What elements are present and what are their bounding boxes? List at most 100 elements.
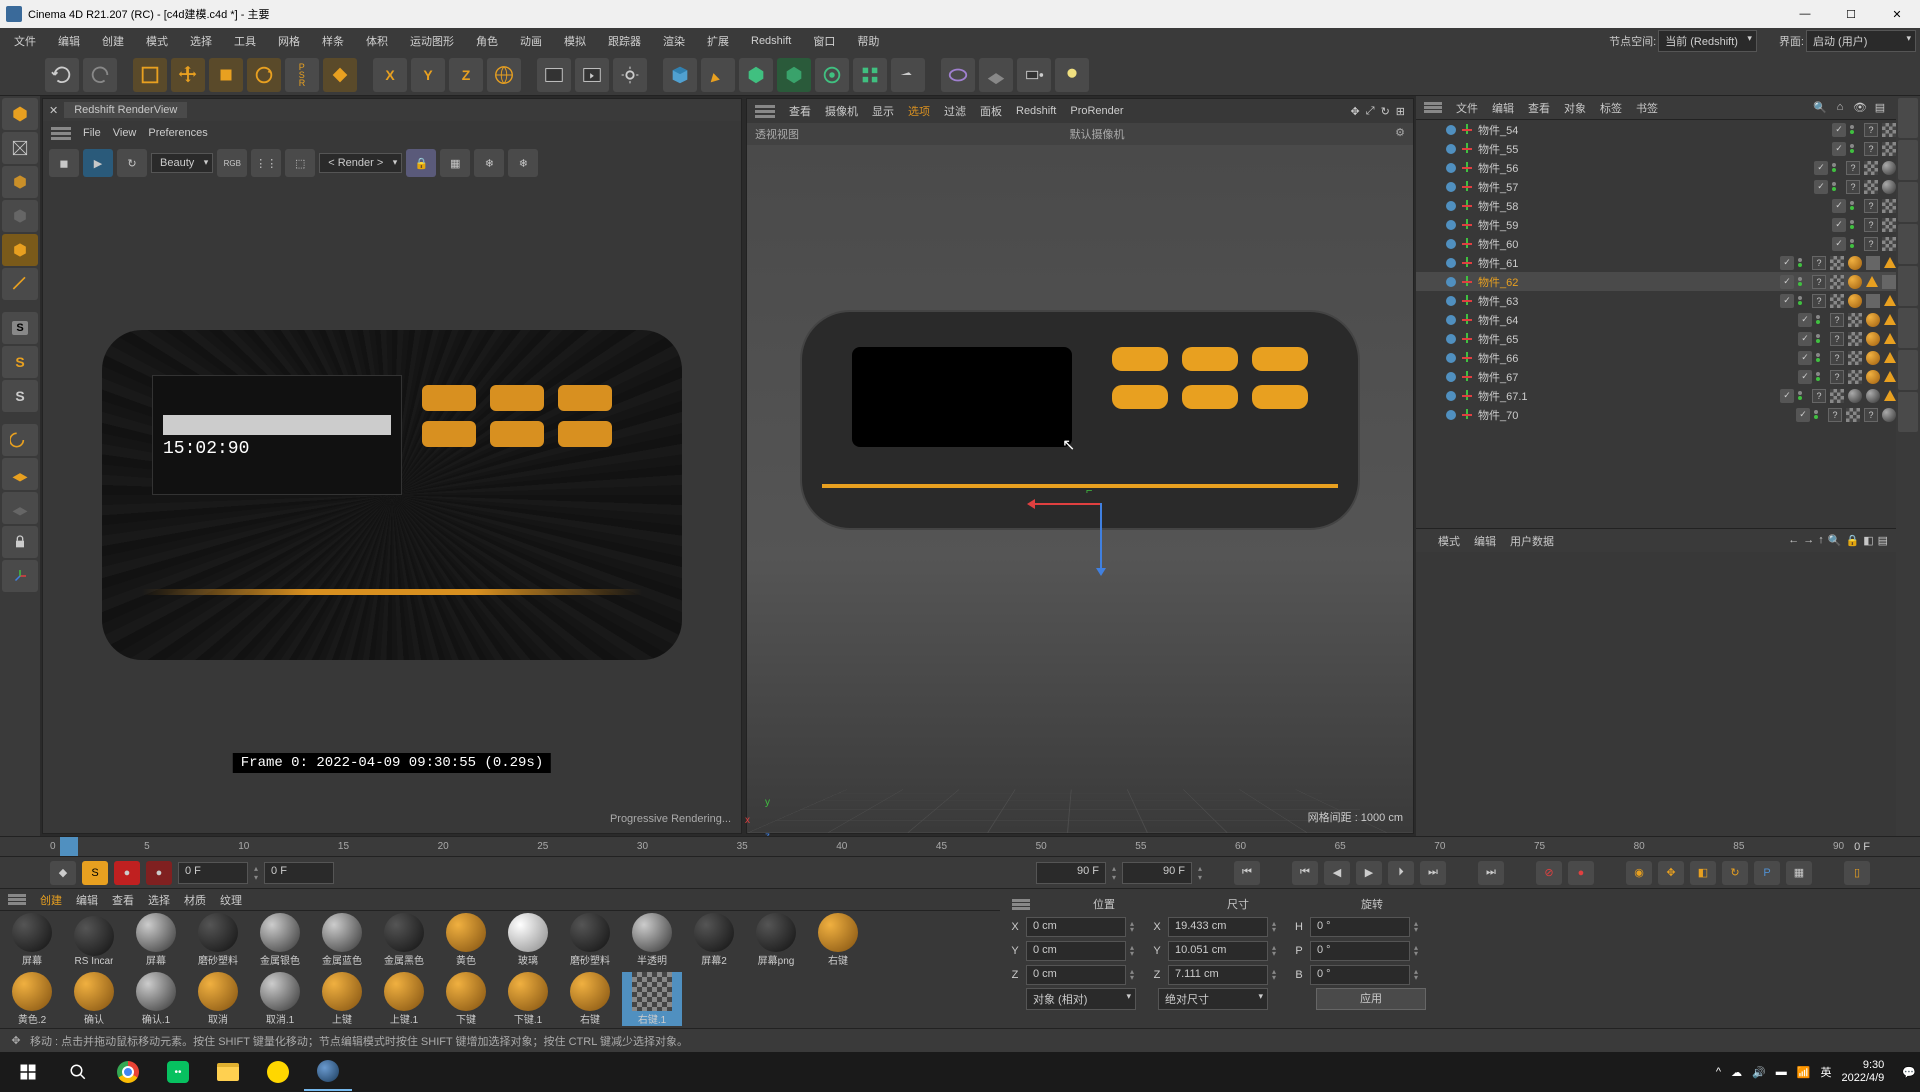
tray-notifications-icon[interactable]: 💬 bbox=[1902, 1066, 1916, 1079]
object-row[interactable]: 物件_65✓? bbox=[1416, 329, 1896, 348]
rv-stop[interactable]: ◼ bbox=[49, 149, 79, 177]
pb-max-frame2[interactable]: 90 F bbox=[1122, 862, 1192, 884]
pb-opt7[interactable]: ▯ bbox=[1844, 861, 1870, 885]
vp-zoom-icon[interactable]: ⤢ bbox=[1366, 105, 1375, 118]
rv-grid2-icon[interactable]: ▦ bbox=[440, 149, 470, 177]
grid1[interactable] bbox=[2, 458, 38, 490]
am-back-icon[interactable]: ← bbox=[1788, 534, 1799, 547]
pb-record[interactable]: ● bbox=[114, 861, 140, 885]
cm-size-dropdown[interactable]: 绝对尺寸 bbox=[1158, 988, 1268, 1010]
system-clock[interactable]: 9:30 2022/4/9 bbox=[1841, 1059, 1892, 1085]
material-item[interactable]: 上键.1 bbox=[374, 972, 434, 1026]
pb-record-pos[interactable]: ⊘ bbox=[1536, 861, 1562, 885]
material-item[interactable]: 取消 bbox=[188, 972, 248, 1026]
camera-button[interactable] bbox=[941, 58, 975, 92]
material-item[interactable]: 金属蓝色 bbox=[312, 913, 372, 967]
model-mode[interactable] bbox=[2, 132, 38, 164]
rv-play[interactable]: ▶ bbox=[83, 149, 113, 177]
psr-toggle[interactable]: PSR bbox=[285, 58, 319, 92]
render-picture-button[interactable] bbox=[575, 58, 609, 92]
model-object[interactable]: ↖ bbox=[800, 310, 1360, 530]
move-tool[interactable] bbox=[171, 58, 205, 92]
object-row[interactable]: 物件_59✓? bbox=[1416, 215, 1896, 234]
material-item[interactable]: 玻璃 bbox=[498, 913, 558, 967]
material-item[interactable]: 取消.1 bbox=[250, 972, 310, 1026]
menu-redshift[interactable]: Redshift bbox=[741, 32, 801, 50]
cube-primitive[interactable] bbox=[663, 58, 697, 92]
menu-tracker[interactable]: 跟踪器 bbox=[598, 30, 651, 52]
pb-opt4[interactable]: ↻ bbox=[1722, 861, 1748, 885]
menu-window[interactable]: 窗口 bbox=[803, 30, 845, 52]
mograph-button[interactable] bbox=[853, 58, 887, 92]
texture-mode[interactable] bbox=[2, 166, 38, 198]
x-axis-toggle[interactable]: X bbox=[373, 58, 407, 92]
snap-s2[interactable]: S bbox=[2, 346, 38, 378]
object-row[interactable]: 物件_67✓? bbox=[1416, 367, 1896, 386]
rotate-tool[interactable] bbox=[247, 58, 281, 92]
point-mode[interactable] bbox=[2, 234, 38, 266]
pb-keyframe-icon[interactable]: ● bbox=[146, 861, 172, 885]
rtool-4[interactable] bbox=[1898, 224, 1918, 264]
vp-menu-prorender[interactable]: ProRender bbox=[1070, 105, 1123, 117]
rtool-5[interactable] bbox=[1898, 266, 1918, 306]
interface-dropdown[interactable]: 启动 (用户) bbox=[1806, 30, 1916, 52]
vp-menu-view[interactable]: 查看 bbox=[789, 103, 811, 119]
pb-goto-start[interactable]: ⏮ bbox=[1234, 861, 1260, 885]
vp-camera-settings-icon[interactable]: ⚙ bbox=[1395, 126, 1405, 142]
rtool-6[interactable] bbox=[1898, 308, 1918, 348]
make-editable[interactable] bbox=[2, 98, 38, 130]
menu-render[interactable]: 渲染 bbox=[653, 30, 695, 52]
vp-camera-name[interactable]: 默认摄像机 bbox=[1070, 126, 1125, 142]
snap-axis[interactable] bbox=[2, 560, 38, 592]
am-fwd-icon[interactable]: → bbox=[1803, 534, 1814, 547]
coord-field[interactable]: 19.433 cm bbox=[1168, 917, 1268, 937]
coord-field[interactable]: 0 ° bbox=[1310, 965, 1410, 985]
pb-prev-key[interactable]: ⏮ bbox=[1292, 861, 1318, 885]
wechat-icon[interactable]: •• bbox=[154, 1053, 202, 1091]
coord-field[interactable]: 10.051 cm bbox=[1168, 941, 1268, 961]
object-row[interactable]: 物件_67.1✓? bbox=[1416, 386, 1896, 405]
object-list[interactable]: 物件_54✓?物件_55✓?物件_56✓?物件_57✓?物件_58✓?物件_59… bbox=[1416, 120, 1896, 528]
mm-tab-select[interactable]: 选择 bbox=[148, 892, 170, 908]
pb-goto-end[interactable]: ⏭ bbox=[1478, 861, 1504, 885]
grid2[interactable] bbox=[2, 492, 38, 524]
object-row[interactable]: 物件_60✓? bbox=[1416, 234, 1896, 253]
om-tab-bookmarks[interactable]: 书签 bbox=[1636, 100, 1658, 116]
z-axis-toggle[interactable]: Z bbox=[449, 58, 483, 92]
material-item[interactable]: 黄色 bbox=[436, 913, 496, 967]
menu-animate[interactable]: 动画 bbox=[510, 30, 552, 52]
material-item[interactable]: 右键.1 bbox=[622, 972, 682, 1026]
renderview-tab[interactable]: Redshift RenderView bbox=[64, 102, 187, 118]
am-lock-icon[interactable]: 🔒 bbox=[1845, 534, 1859, 547]
menu-help[interactable]: 帮助 bbox=[847, 30, 889, 52]
pb-opt3[interactable]: ◧ bbox=[1690, 861, 1716, 885]
undo-button[interactable] bbox=[45, 58, 79, 92]
pb-play[interactable]: ▶ bbox=[1356, 861, 1382, 885]
render-canvas[interactable]: 15:02:90 Frame 0: 2022-04-09 09:30:55 (0… bbox=[43, 181, 741, 809]
coord-field[interactable]: 0 ° bbox=[1310, 941, 1410, 961]
rv-mode-dropdown[interactable]: Beauty bbox=[151, 153, 213, 173]
menu-mode[interactable]: 模式 bbox=[136, 30, 178, 52]
app-icon-yellow[interactable] bbox=[254, 1053, 302, 1091]
object-row[interactable]: 物件_55✓? bbox=[1416, 139, 1896, 158]
lock-icon[interactable] bbox=[2, 526, 38, 558]
chrome-icon[interactable] bbox=[104, 1053, 152, 1091]
om-tab-file[interactable]: 文件 bbox=[1456, 100, 1478, 116]
mm-tab-view[interactable]: 查看 bbox=[112, 892, 134, 908]
nodespace-dropdown[interactable]: 当前 (Redshift) bbox=[1658, 30, 1757, 52]
material-item[interactable]: 磨砂塑料 bbox=[188, 913, 248, 967]
menu-extensions[interactable]: 扩展 bbox=[697, 30, 739, 52]
material-item[interactable]: 屏幕 bbox=[2, 913, 62, 967]
tray-volume-icon[interactable]: 🔊 bbox=[1752, 1066, 1766, 1079]
object-row[interactable]: 物件_62✓? bbox=[1416, 272, 1896, 291]
om-filter-icon[interactable]: ▤ bbox=[1872, 101, 1888, 114]
om-tab-tags[interactable]: 标签 bbox=[1600, 100, 1622, 116]
explorer-icon[interactable] bbox=[204, 1053, 252, 1091]
pb-max-frame[interactable]: 90 F bbox=[1036, 862, 1106, 884]
tray-wifi-icon[interactable]: 📶 bbox=[1797, 1066, 1811, 1079]
menu-spline[interactable]: 样条 bbox=[312, 30, 354, 52]
mm-hamburger-icon[interactable] bbox=[8, 898, 26, 901]
pb-next-key[interactable]: ⏭ bbox=[1420, 861, 1446, 885]
search-button[interactable] bbox=[54, 1053, 102, 1091]
material-item[interactable]: 金属银色 bbox=[250, 913, 310, 967]
